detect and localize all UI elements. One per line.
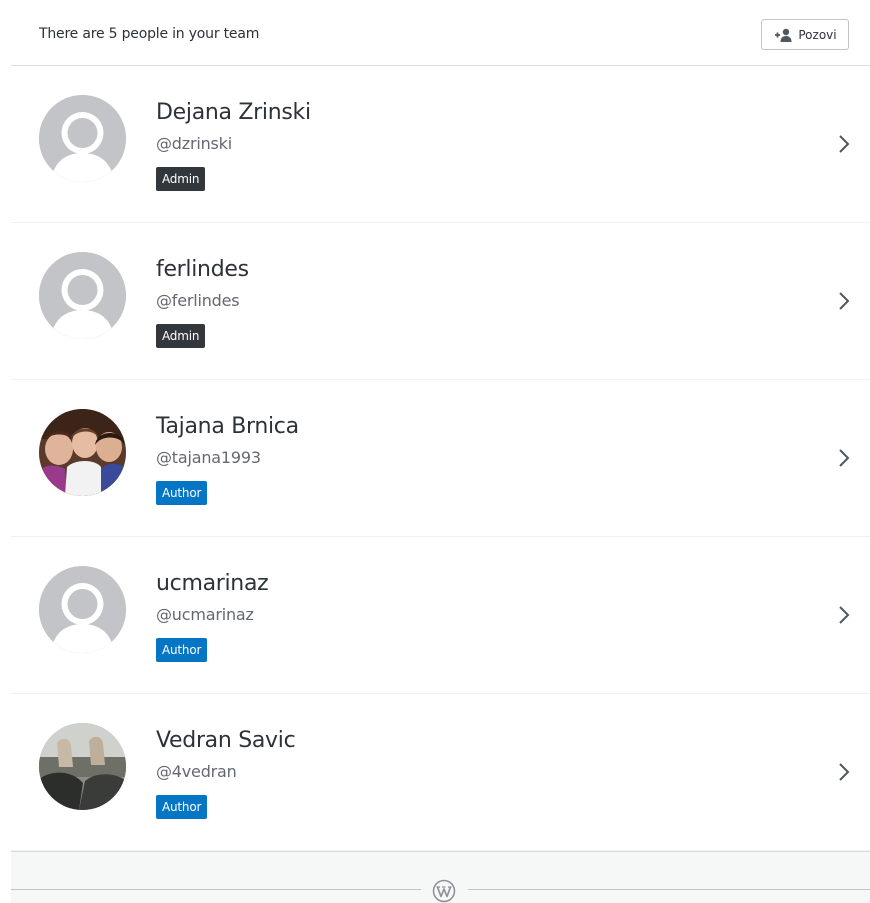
photo-avatar <box>39 723 126 810</box>
role-badge: Admin <box>156 324 206 348</box>
chevron-right-icon <box>839 449 850 467</box>
role-badge: Author <box>156 481 208 505</box>
invite-button[interactable]: Pozovi <box>761 19 849 50</box>
member-name: Tajana Brnica <box>156 414 299 439</box>
member-name: Dejana Zrinski <box>156 100 311 125</box>
member-name: ucmarinaz <box>156 571 269 596</box>
default-avatar <box>39 95 126 182</box>
role-badge: Admin <box>156 167 206 191</box>
team-member-row[interactable]: Dejana Zrinski @dzrinski Admin <box>11 66 870 223</box>
team-member-list: Dejana Zrinski @dzrinski Admin ferlindes… <box>11 66 870 851</box>
team-member-row[interactable]: Vedran Savic @4vedran Author <box>11 694 870 851</box>
team-member-row[interactable]: Tajana Brnica @tajana1993 Author <box>11 380 870 537</box>
role-badge: Author <box>156 638 208 662</box>
chevron-right-icon <box>839 763 850 781</box>
wordpress-logo-icon[interactable] <box>432 879 456 903</box>
member-name: ferlindes <box>156 257 249 282</box>
team-count-text: There are 5 people in your team <box>39 26 260 42</box>
member-username: @4vedran <box>156 762 237 781</box>
default-avatar <box>39 252 126 339</box>
chevron-right-icon <box>839 135 850 153</box>
member-username: @ferlindes <box>156 291 240 310</box>
footer <box>11 851 870 903</box>
member-name: Vedran Savic <box>156 728 296 753</box>
footer-divider <box>11 889 421 890</box>
role-badge: Author <box>156 795 208 819</box>
default-avatar <box>39 566 126 653</box>
member-username: @dzrinski <box>156 134 232 153</box>
team-header: There are 5 people in your team Pozovi <box>11 0 870 66</box>
member-username: @ucmarinaz <box>156 605 254 624</box>
footer-divider <box>468 889 870 890</box>
chevron-right-icon <box>839 292 850 310</box>
team-member-row[interactable]: ferlindes @ferlindes Admin <box>11 223 870 380</box>
add-user-icon <box>775 28 792 42</box>
chevron-right-icon <box>839 606 850 624</box>
invite-button-label: Pozovi <box>798 27 837 42</box>
member-username: @tajana1993 <box>156 448 261 467</box>
photo-avatar <box>39 409 126 496</box>
team-member-row[interactable]: ucmarinaz @ucmarinaz Author <box>11 537 870 694</box>
